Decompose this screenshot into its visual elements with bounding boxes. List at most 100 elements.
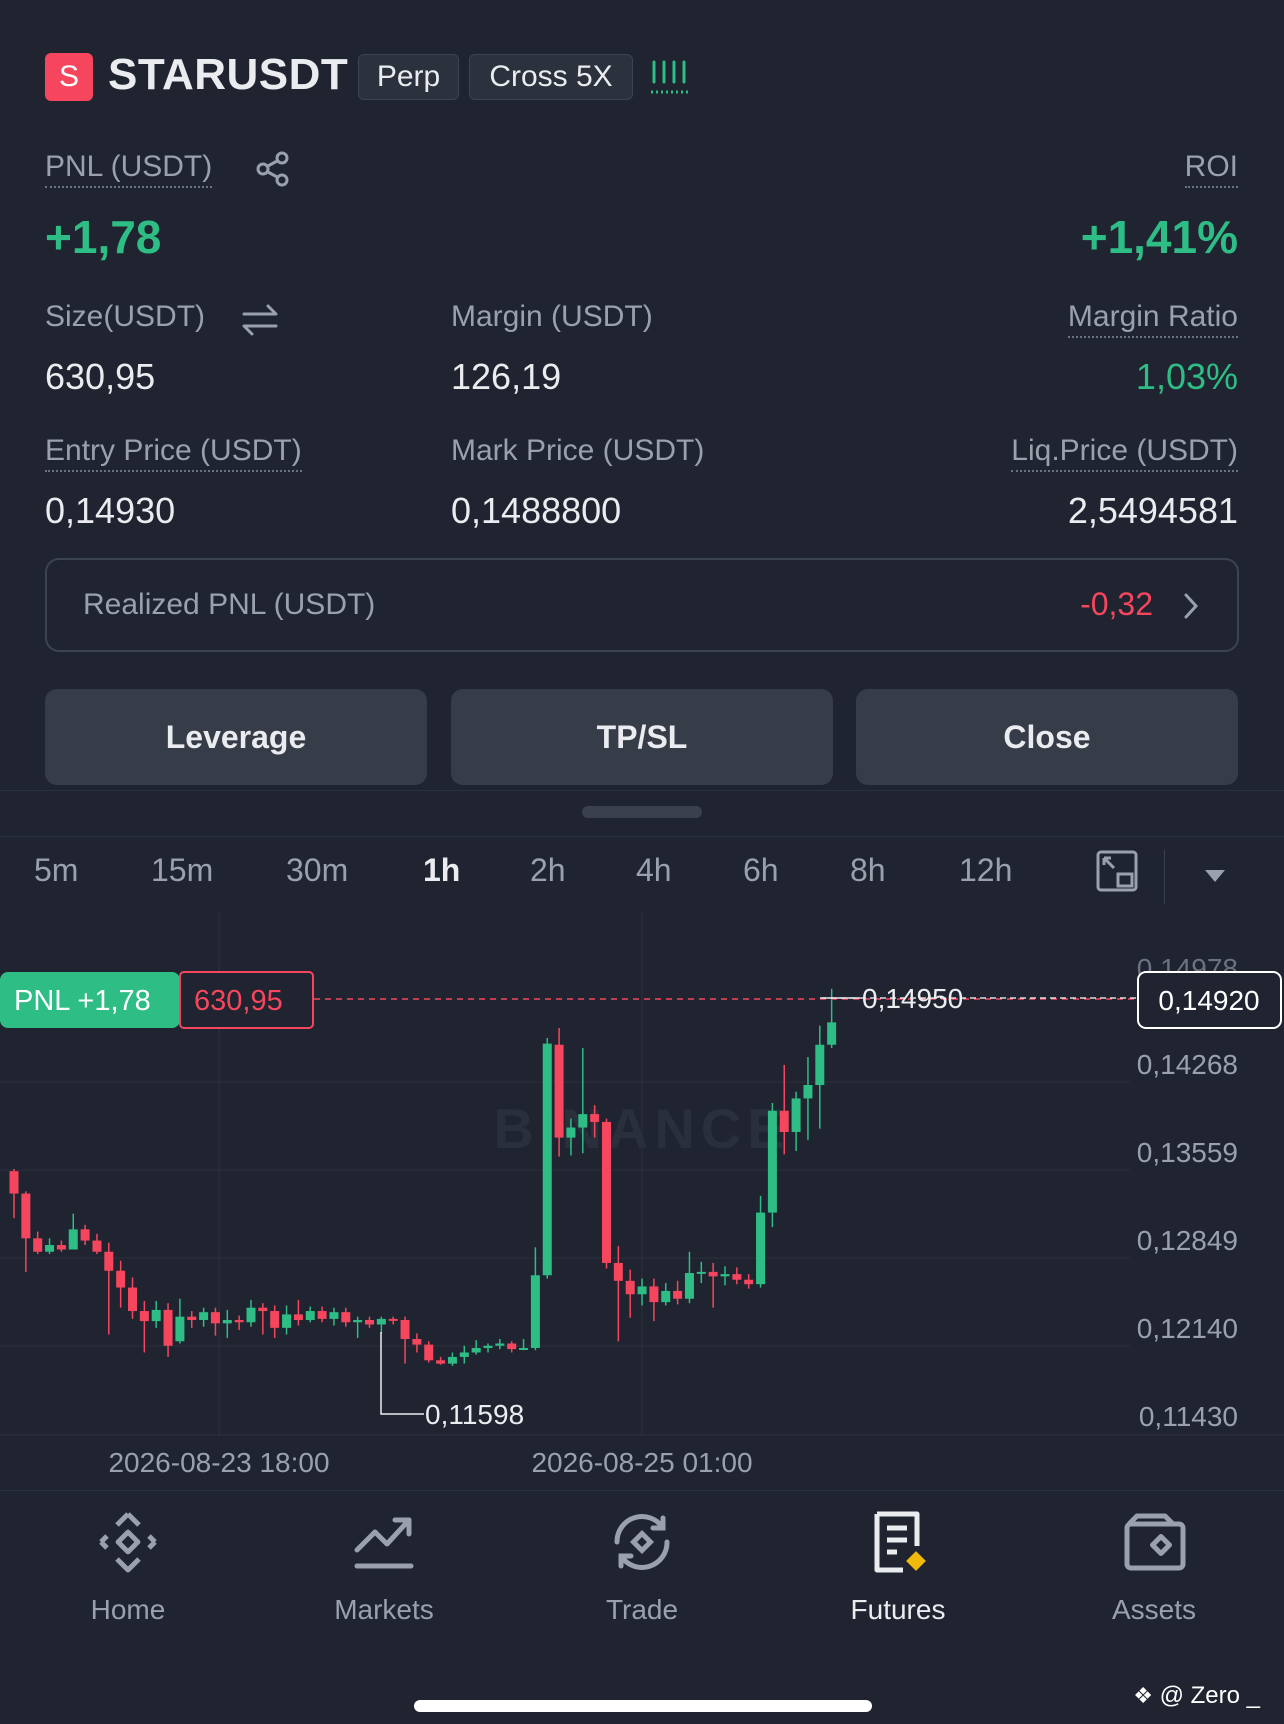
candle-body	[282, 1314, 292, 1328]
fullscreen-icon[interactable]	[1096, 850, 1138, 892]
timeframe-8h[interactable]: 8h	[850, 852, 886, 889]
liq-price-label[interactable]: Liq.Price (USDT)	[1011, 434, 1238, 472]
size-tag: 630,95	[194, 985, 283, 1017]
pnl-value: +1,78	[45, 211, 162, 263]
candle-body	[732, 1274, 742, 1280]
candle-body	[447, 1356, 457, 1364]
candle-body	[33, 1238, 43, 1252]
drag-handle[interactable]	[582, 806, 702, 818]
caret-down-icon[interactable]	[1204, 868, 1226, 884]
candle-body	[424, 1344, 434, 1361]
x-tick: 2026-08-23 18:00	[108, 1447, 329, 1478]
divider	[1164, 850, 1165, 904]
candle-body	[661, 1290, 671, 1303]
candle-body	[602, 1121, 611, 1263]
leverage-button[interactable]: Leverage	[45, 689, 427, 785]
size-value: 630,95	[45, 356, 156, 397]
candle-body	[637, 1286, 647, 1295]
margin-mode-tag[interactable]: Cross 5X	[469, 54, 633, 100]
realized-pnl-row[interactable]: Realized PNL (USDT) -0,32	[45, 558, 1239, 652]
candle-body	[507, 1343, 517, 1350]
entry-price-value: 0,14930	[45, 490, 176, 531]
candle-body	[9, 1171, 19, 1194]
candle-body	[163, 1309, 173, 1346]
realized-pnl-label: Realized PNL (USDT)	[83, 588, 376, 621]
candle-body	[388, 1318, 398, 1321]
candlestick-chart[interactable]: BINANCE PNL +1,78 630,95 0,14950 0,11598…	[0, 912, 1284, 1492]
candle-body	[542, 1043, 552, 1276]
candle-body	[139, 1311, 149, 1322]
timeframe-15m[interactable]: 15m	[151, 852, 213, 889]
candle-body	[175, 1316, 185, 1342]
candle-body	[803, 1085, 813, 1099]
mark-price-label: Mark Price (USDT)	[451, 434, 705, 467]
signal-bars-icon	[651, 60, 691, 94]
candle-body	[317, 1311, 327, 1319]
assets-wallet-icon	[1124, 1513, 1186, 1571]
candle-body	[791, 1098, 801, 1133]
nav-trade[interactable]: Trade	[542, 1510, 742, 1626]
timeframe-6h[interactable]: 6h	[743, 852, 779, 889]
margin-ratio-value: 1,03%	[1135, 356, 1238, 397]
nav-markets[interactable]: Markets	[284, 1510, 484, 1626]
divider	[0, 790, 1284, 791]
timeframe-12h[interactable]: 12h	[959, 852, 1012, 889]
candle-body	[613, 1262, 623, 1281]
candle-body	[625, 1280, 635, 1295]
candle-body	[673, 1290, 683, 1299]
trade-exchange-icon	[614, 1514, 670, 1570]
candle-body	[708, 1271, 718, 1277]
candle-body	[696, 1271, 706, 1274]
candle-body	[80, 1229, 90, 1241]
timeframe-1h[interactable]: 1h	[423, 852, 460, 889]
timeframe-2h[interactable]: 2h	[530, 852, 566, 889]
nav-assets[interactable]: Assets	[1054, 1510, 1254, 1626]
home-indicator	[414, 1700, 872, 1712]
candle-body	[128, 1287, 137, 1312]
tpsl-button[interactable]: TP/SL	[451, 689, 833, 785]
nav-futures[interactable]: Futures	[798, 1510, 998, 1626]
roi-label[interactable]: ROI	[1184, 150, 1238, 188]
candle-body	[566, 1127, 576, 1138]
liq-price-value: 2,5494581	[1067, 490, 1238, 531]
nav-futures-label: Futures	[850, 1594, 946, 1625]
footer-watermark: ❖ @ Zero _	[1133, 1682, 1260, 1709]
futures-document-icon	[874, 1511, 926, 1573]
current-price: 0,14920	[1158, 985, 1259, 1016]
candle-body	[199, 1312, 209, 1321]
candle-body	[530, 1275, 540, 1348]
candle-body	[68, 1229, 78, 1250]
candle-body	[293, 1314, 303, 1321]
nav-markets-label: Markets	[334, 1594, 434, 1625]
timeframe-5m[interactable]: 5m	[34, 852, 78, 889]
candle-body	[684, 1273, 694, 1299]
diamond-icon: ❖	[1133, 1683, 1153, 1708]
share-icon[interactable]	[254, 150, 292, 188]
timeframe-4h[interactable]: 4h	[636, 852, 672, 889]
entry-price-label[interactable]: Entry Price (USDT)	[45, 434, 302, 472]
close-button[interactable]: Close	[856, 689, 1238, 785]
candle-body	[436, 1360, 446, 1364]
symbol-badge: S	[45, 53, 93, 101]
candle-body	[151, 1309, 161, 1322]
swap-icon[interactable]	[240, 302, 280, 338]
nav-home[interactable]: Home	[28, 1510, 228, 1626]
candle-body	[234, 1320, 244, 1323]
candles	[9, 988, 837, 1366]
timeframe-30m[interactable]: 30m	[286, 852, 348, 889]
symbol-name[interactable]: STARUSDT	[108, 50, 348, 100]
candle-body	[365, 1320, 374, 1325]
margin-ratio-label[interactable]: Margin Ratio	[1067, 300, 1238, 338]
realized-pnl-value: -0,32	[1080, 586, 1153, 622]
roi-value: +1,41%	[1080, 211, 1238, 263]
candle-body	[827, 1022, 837, 1045]
nav-trade-label: Trade	[605, 1594, 679, 1625]
y-tick: 0,11430	[1139, 1401, 1238, 1432]
binance-watermark: BINANCE	[493, 1097, 790, 1160]
candle-body	[649, 1286, 659, 1303]
candle-body	[815, 1044, 825, 1086]
pnl-label[interactable]: PNL (USDT)	[45, 150, 213, 188]
high-label: 0,14950	[862, 983, 963, 1014]
candle-body	[305, 1311, 315, 1321]
candle-body	[554, 1044, 564, 1138]
